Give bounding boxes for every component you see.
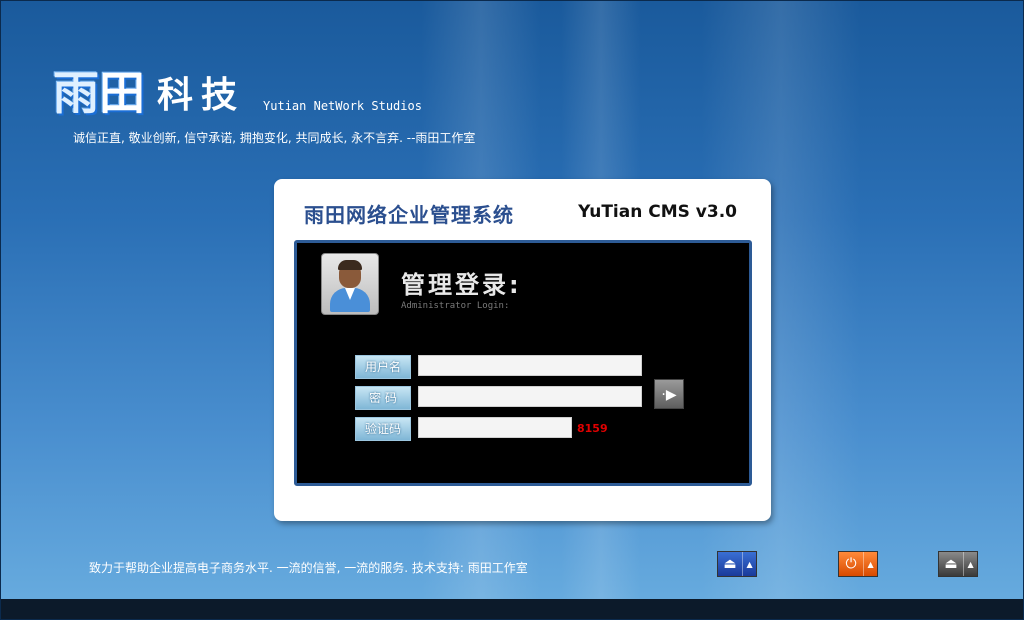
password-input[interactable]: [418, 386, 642, 407]
login-subtitle: Administrator Login:: [401, 301, 510, 311]
logo-glyph-tian: 田: [99, 66, 145, 120]
brand-name-en: Yutian NetWork Studios: [263, 99, 422, 113]
login-title: 管理登录:: [401, 271, 522, 299]
chevron-up-icon[interactable]: ▲: [863, 552, 877, 576]
footer-text: 致力于帮助企业提高电子商务水平. 一流的信誉, 一流的服务. 技术支持: 雨田工…: [89, 561, 528, 575]
login-panel: 管理登录: Administrator Login: 用户名 密 码 ·▶ 验证…: [294, 240, 752, 486]
power-button[interactable]: ⏻ ▲: [838, 551, 878, 577]
login-screen: 雨 田 科技 Yutian NetWork Studios 诚信正直, 敬业创新…: [0, 0, 1024, 620]
logo-glyph-yu: 雨: [53, 66, 99, 120]
chevron-up-icon[interactable]: ▲: [963, 552, 977, 576]
login-card: 雨田网络企业管理系统 YuTian CMS v3.0 管理登录: Adminis…: [274, 179, 771, 521]
power-icon: ⏻: [845, 556, 857, 572]
eject-icon: ⏏: [723, 556, 737, 572]
eject-button-gray[interactable]: ⏏ ▲: [938, 551, 978, 577]
system-version: YuTian CMS v3.0: [578, 202, 737, 222]
avatar-hair: [338, 260, 362, 270]
username-input[interactable]: [418, 355, 642, 376]
password-label: 密 码: [355, 386, 411, 410]
bottom-bar: [1, 599, 1023, 619]
brand-logo: 雨 田 科技 Yutian NetWork Studios: [53, 67, 422, 119]
brand-slogan: 诚信正直, 敬业创新, 信守承诺, 拥抱变化, 共同成长, 永不言弃. --雨田…: [73, 131, 476, 145]
system-title: 雨田网络企业管理系统: [304, 203, 514, 227]
brand-name-cn: 科技: [157, 74, 246, 116]
captcha-code[interactable]: 8159: [577, 422, 608, 435]
eject-icon: ⏏: [944, 556, 958, 572]
captcha-input[interactable]: [418, 417, 572, 438]
chevron-up-icon[interactable]: ▲: [742, 552, 756, 576]
login-submit-button[interactable]: ·▶: [654, 379, 684, 409]
username-label: 用户名: [355, 355, 411, 379]
eject-button-blue[interactable]: ⏏ ▲: [717, 551, 757, 577]
captcha-label: 验证码: [355, 417, 411, 441]
admin-avatar-icon: [321, 253, 379, 315]
